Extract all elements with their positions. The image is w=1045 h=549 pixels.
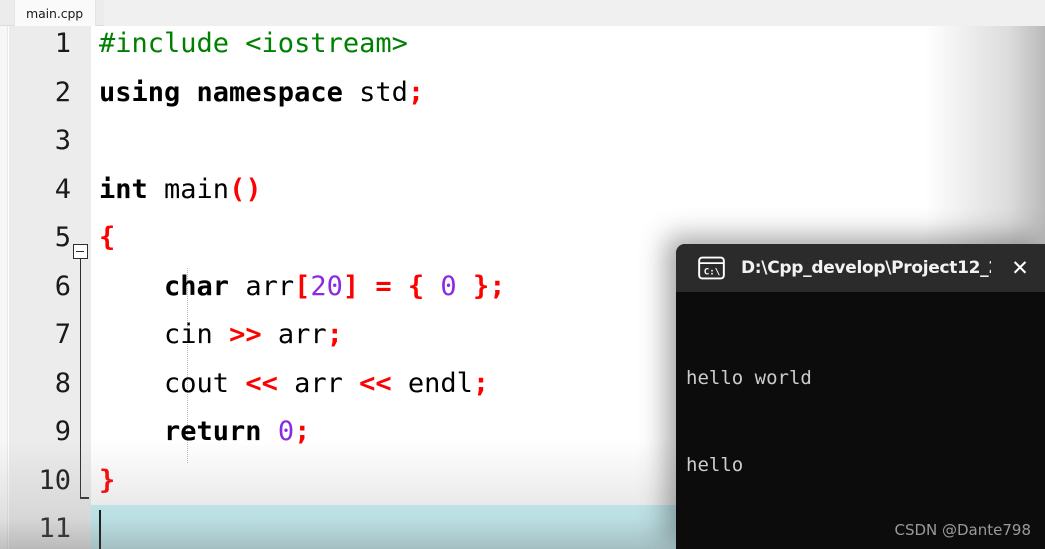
editor-tab-strip: main.cpp [0, 0, 1045, 26]
code-line: cout << arr << endl; [99, 360, 489, 409]
code-token: char [164, 270, 246, 302]
code-token: { [99, 222, 116, 253]
code-token: int [99, 173, 165, 205]
fold-stem [79, 259, 82, 499]
console-titlebar[interactable]: C:\ D:\Cpp_develop\Project12_24' ✕ [676, 244, 1045, 292]
code-token: } [99, 464, 116, 496]
code-token: cin [164, 319, 230, 350]
editor-gutter[interactable]: 1 2 3 4 5 6 7 8 9 10 11 [9, 26, 91, 549]
line-number: 1 [54, 28, 71, 59]
code-line: } [99, 457, 115, 506]
code-line: char arr[20] = { 0 }; [99, 263, 505, 312]
code-line: using namespace std; [99, 69, 424, 118]
code-token: >> [229, 319, 262, 350]
line-number: 7 [54, 319, 71, 350]
console-title-text: D:\Cpp_develop\Project12_24' [741, 258, 991, 278]
code-line: int main() [99, 166, 262, 215]
console-line: hello [686, 454, 744, 476]
svg-text:C:\: C:\ [704, 266, 721, 277]
code-token: << [359, 367, 392, 399]
code-token: ; [294, 416, 311, 447]
line-number: 3 [54, 125, 71, 156]
watermark: CSDN @Dante798 [894, 521, 1031, 539]
code-token: using namespace [99, 76, 360, 108]
code-token: [ [294, 270, 311, 302]
code-line: cin >> arr; [99, 311, 343, 360]
console-output: hello world hello ----------------------… [676, 292, 1045, 549]
code-token: return [164, 416, 278, 447]
code-token: 0 [440, 270, 457, 302]
code-token: arr [245, 270, 295, 302]
line-number: 9 [54, 416, 71, 447]
fold-foot [79, 497, 89, 499]
tab-strip-filler [104, 0, 1045, 26]
line-number: 5 [54, 222, 71, 253]
code-token: }; [456, 270, 506, 302]
code-token: main [164, 173, 230, 205]
line-number: 10 [38, 464, 71, 496]
tab-label: main.cpp [26, 5, 84, 21]
code-token: << [245, 367, 278, 399]
code-token: #include <iostream> [99, 28, 408, 59]
code-token: ] = { [342, 270, 441, 302]
code-token: ; [472, 367, 490, 399]
code-line: return 0; [99, 408, 310, 457]
code-token: endl [391, 367, 473, 399]
fold-collapse-icon[interactable] [73, 244, 88, 259]
console-line: hello world [686, 367, 812, 389]
code-token: ; [407, 76, 425, 108]
code-token: arr [261, 319, 327, 350]
code-token: arr [277, 367, 360, 399]
line-number: 8 [54, 367, 71, 399]
text-caret [99, 510, 101, 549]
code-token: () [229, 173, 262, 205]
code-line: #include <iostream> [99, 26, 408, 69]
line-number: 2 [54, 76, 71, 108]
code-token: std [359, 76, 408, 108]
close-icon[interactable]: ✕ [1005, 254, 1035, 282]
code-token: 0 [277, 416, 295, 447]
code-token: cout [164, 367, 246, 399]
line-number: 11 [38, 513, 71, 544]
code-token: 20 [310, 270, 343, 302]
console-window[interactable]: C:\ D:\Cpp_develop\Project12_24' ✕ hello… [676, 244, 1045, 549]
code-line: { [99, 214, 115, 263]
screenshot-root: main.cpp 1 2 3 4 5 6 7 8 9 10 11 #include <iostrea… [0, 0, 1045, 549]
line-number: 4 [54, 173, 71, 205]
editor-edge-strip [0, 26, 8, 549]
cmd-prompt-icon: C:\ [698, 256, 725, 280]
line-number: 6 [54, 270, 71, 302]
code-token: ; [326, 319, 343, 350]
